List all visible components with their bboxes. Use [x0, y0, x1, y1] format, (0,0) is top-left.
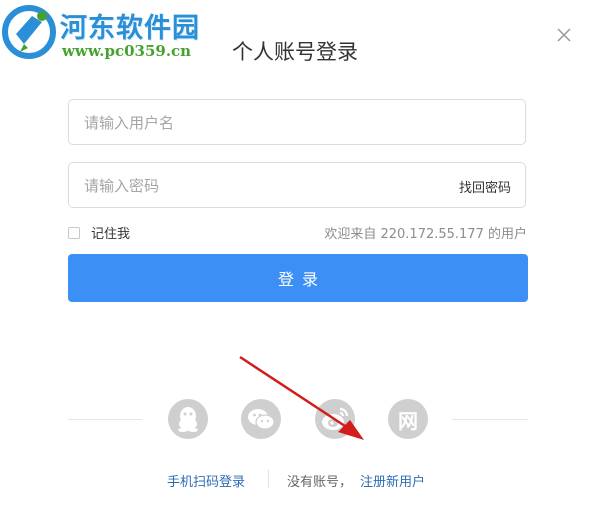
remember-me[interactable]: 记住我: [68, 223, 130, 242]
username-field: [68, 99, 526, 145]
netease-icon: 网: [398, 408, 418, 433]
phone-scan-login-link[interactable]: 手机扫码登录: [167, 471, 245, 490]
welcome-message: 欢迎来自 220.172.55.177 的用户: [324, 227, 527, 242]
divider-left: [68, 419, 142, 420]
wechat-login-button[interactable]: [241, 399, 281, 439]
close-icon: [557, 28, 571, 42]
register-link[interactable]: 注册新用户: [360, 471, 425, 490]
qq-icon: [178, 407, 198, 432]
login-button[interactable]: 登录: [68, 254, 528, 302]
watermark-title: 河东软件园: [60, 13, 200, 44]
no-account-text: 没有账号，: [287, 475, 353, 490]
dialog-title: 个人账号登录: [232, 40, 358, 64]
close-button[interactable]: [553, 24, 575, 46]
wechat-icon: [248, 409, 275, 430]
username-input[interactable]: [84, 112, 444, 134]
weibo-icon: [322, 407, 349, 430]
remember-checkbox[interactable]: [68, 226, 80, 239]
watermark-url: www.pc0359.cn: [62, 42, 192, 60]
watermark: 河东软件园 www.pc0359.cn: [0, 0, 210, 70]
footer-separator: [268, 470, 269, 488]
netease-login-button[interactable]: 网: [388, 399, 428, 439]
watermark-logo-icon: [2, 5, 56, 59]
password-field: 找回密码: [68, 162, 526, 208]
weibo-login-button[interactable]: [315, 399, 355, 439]
remember-label: 记住我: [91, 227, 131, 242]
forgot-password-link[interactable]: 找回密码: [459, 177, 511, 196]
password-input[interactable]: [84, 175, 444, 197]
qq-login-button[interactable]: [168, 399, 208, 439]
divider-right: [452, 419, 528, 420]
